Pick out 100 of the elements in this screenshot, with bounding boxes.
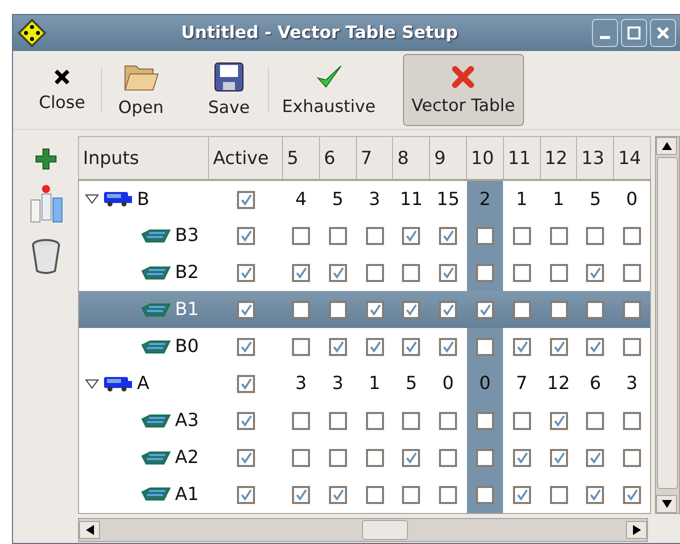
expander-icon[interactable] [85, 193, 100, 205]
checkbox[interactable] [292, 227, 310, 246]
checkbox[interactable] [402, 412, 420, 430]
checkbox[interactable] [512, 412, 531, 430]
toolbar-button[interactable]: Vector Table [402, 54, 524, 126]
column-header[interactable]: 13 [576, 136, 614, 180]
column-header[interactable]: 14 [614, 136, 650, 180]
column-header[interactable]: Active [208, 136, 283, 180]
checkbox[interactable] [512, 301, 531, 320]
checkbox[interactable] [439, 449, 458, 468]
toolbar-button[interactable]: Exhaustive [273, 54, 385, 126]
checkbox[interactable] [402, 449, 420, 468]
column-header[interactable]: 9 [430, 136, 467, 180]
checkbox[interactable] [236, 227, 255, 246]
minimize-button[interactable] [592, 19, 618, 47]
table-row[interactable]: B0 [78, 328, 650, 365]
checkbox[interactable] [476, 301, 494, 320]
table-row[interactable]: B3 [78, 217, 650, 254]
checkbox[interactable] [328, 338, 347, 356]
checkbox[interactable] [586, 227, 604, 246]
table-row[interactable]: A3 [78, 402, 650, 439]
checkbox[interactable] [476, 449, 494, 468]
checkbox[interactable] [366, 338, 384, 356]
checkbox[interactable] [366, 449, 384, 468]
checkbox[interactable] [550, 412, 568, 430]
scroll-down-button[interactable] [656, 494, 677, 512]
checkbox[interactable] [512, 227, 531, 246]
checkbox[interactable] [439, 338, 458, 356]
checkbox[interactable] [512, 264, 531, 282]
checkbox[interactable] [292, 338, 310, 356]
checkbox[interactable] [236, 449, 255, 468]
column-header[interactable]: 11 [503, 136, 540, 180]
checkbox[interactable] [292, 412, 310, 430]
columns-icon[interactable] [28, 184, 63, 224]
checkbox[interactable] [550, 264, 568, 282]
checkbox[interactable] [622, 486, 641, 504]
checkbox[interactable] [366, 301, 384, 320]
column-header[interactable]: 6 [319, 136, 356, 180]
checkbox[interactable] [512, 338, 531, 356]
checkbox[interactable] [292, 264, 310, 282]
checkbox[interactable] [236, 301, 255, 320]
checkbox[interactable] [550, 449, 568, 468]
table-row[interactable]: A1 [78, 476, 650, 513]
checkbox[interactable] [476, 227, 494, 246]
checkbox[interactable] [366, 486, 384, 504]
checkbox[interactable] [402, 227, 420, 246]
checkbox[interactable] [236, 486, 255, 504]
checkbox[interactable] [476, 486, 494, 504]
checkbox[interactable] [402, 264, 420, 282]
vertical-scrollbar[interactable] [655, 136, 680, 514]
expander-icon[interactable] [85, 378, 100, 390]
checkbox[interactable] [622, 227, 641, 246]
table-row[interactable]: B2 [78, 254, 650, 291]
checkbox[interactable] [402, 338, 420, 356]
horizontal-scrollbar[interactable] [78, 518, 648, 542]
toolbar-button[interactable]: Open [106, 54, 176, 126]
toolbar-button[interactable]: Close [27, 54, 97, 126]
checkbox[interactable] [328, 227, 347, 246]
close-button[interactable] [650, 19, 676, 47]
checkbox[interactable] [586, 412, 604, 430]
checkbox[interactable] [236, 375, 255, 394]
checkbox[interactable] [512, 486, 531, 504]
checkbox[interactable] [328, 449, 347, 468]
checkbox[interactable] [622, 338, 641, 356]
checkbox[interactable] [550, 486, 568, 504]
checkbox[interactable] [402, 301, 420, 320]
checkbox[interactable] [439, 486, 458, 504]
checkbox[interactable] [236, 338, 255, 356]
checkbox[interactable] [622, 412, 641, 430]
checkbox[interactable] [586, 301, 604, 320]
checkbox[interactable] [586, 264, 604, 282]
scroll-left-button[interactable] [79, 520, 100, 538]
checkbox[interactable] [366, 264, 384, 282]
checkbox[interactable] [292, 486, 310, 504]
scroll-thumb[interactable] [657, 157, 678, 489]
column-header[interactable]: 10 [466, 136, 504, 180]
toolbar-button[interactable]: Save [194, 54, 264, 126]
checkbox[interactable] [328, 412, 347, 430]
scroll-up-button[interactable] [656, 137, 677, 155]
checkbox[interactable] [622, 449, 641, 468]
checkbox[interactable] [439, 227, 458, 246]
checkbox[interactable] [236, 412, 255, 430]
column-header[interactable]: Inputs [78, 136, 209, 180]
add-icon[interactable] [34, 148, 57, 170]
checkbox[interactable] [402, 486, 420, 504]
checkbox[interactable] [586, 486, 604, 504]
checkbox[interactable] [236, 264, 255, 282]
checkbox[interactable] [292, 301, 310, 320]
checkbox[interactable] [439, 301, 458, 320]
checkbox[interactable] [550, 301, 568, 320]
checkbox[interactable] [550, 227, 568, 246]
column-header[interactable]: 8 [392, 136, 430, 180]
checkbox[interactable] [586, 338, 604, 356]
checkbox[interactable] [292, 449, 310, 468]
table-row[interactable]: A2 [78, 439, 650, 476]
column-header[interactable]: 12 [540, 136, 577, 180]
table-row[interactable]: A 3 3 1 5 0 0 7 12 6 3 [78, 365, 650, 402]
checkbox[interactable] [366, 227, 384, 246]
checkbox[interactable] [550, 338, 568, 356]
table-row[interactable]: B 4 5 3 11 15 2 1 1 5 0 [78, 180, 650, 217]
